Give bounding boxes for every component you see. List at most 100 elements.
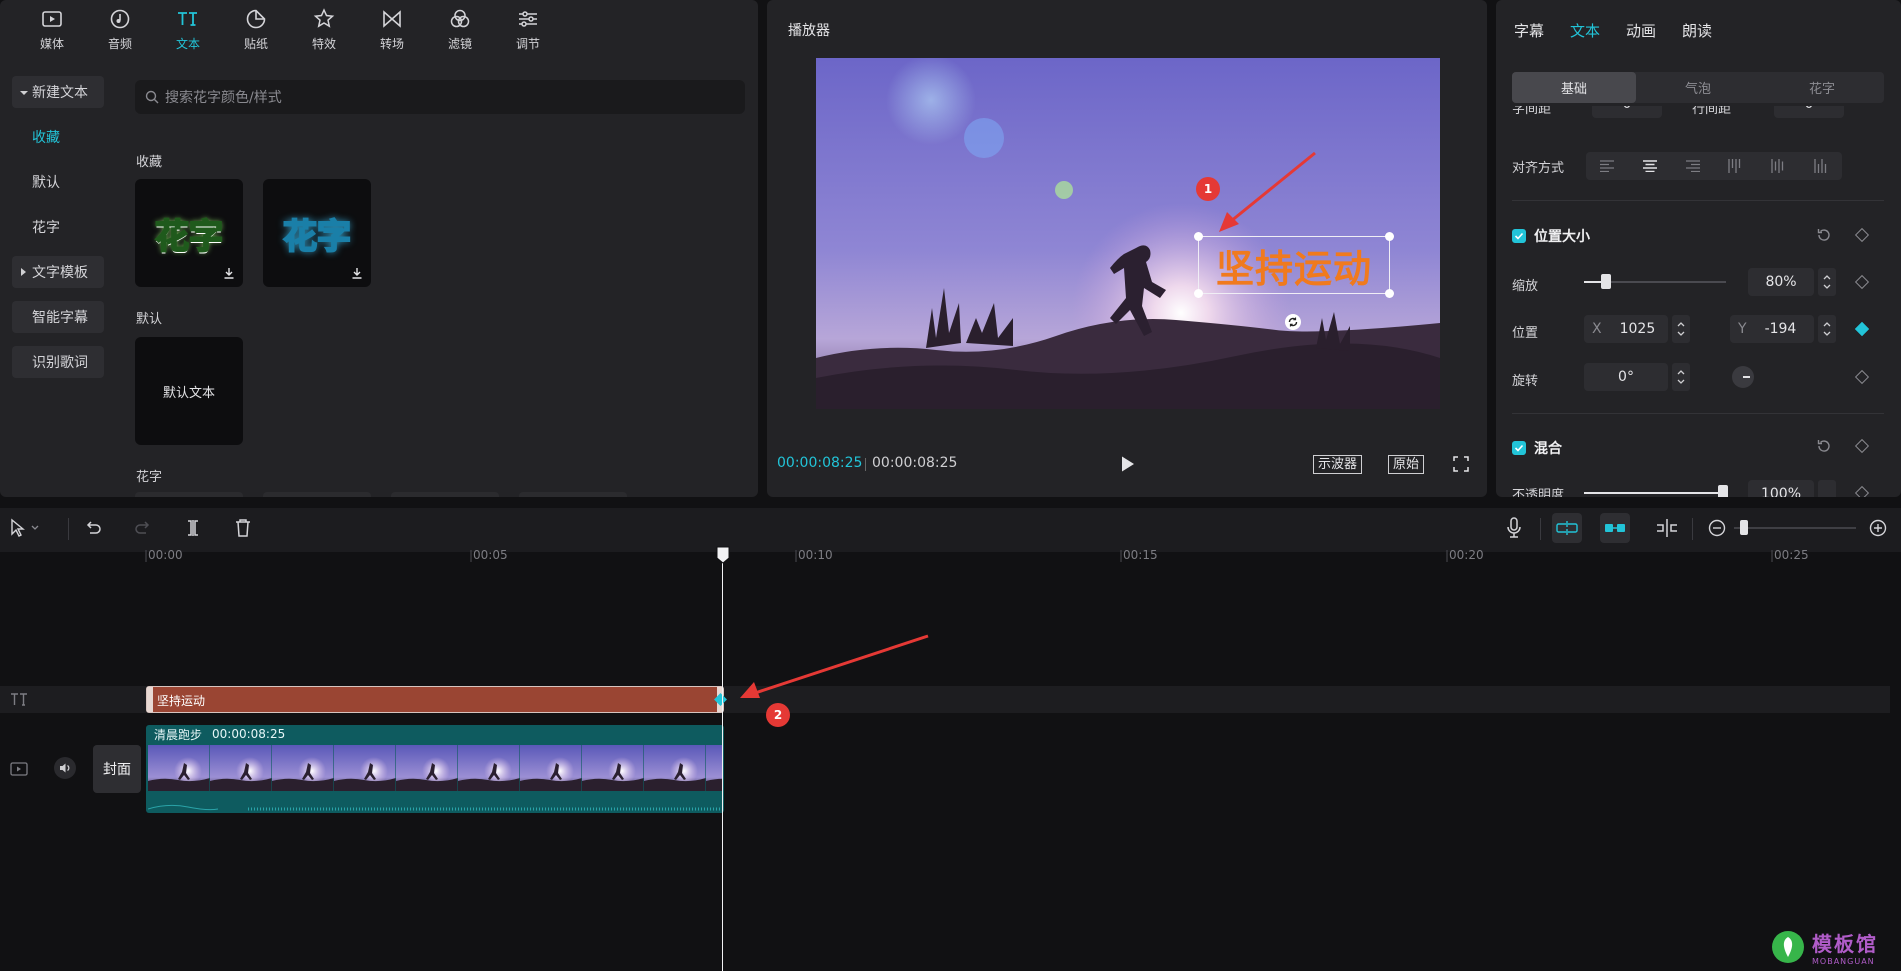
undo-icon[interactable] (84, 519, 102, 537)
ratio-button[interactable]: 原始 (1388, 455, 1425, 474)
subtab-basic[interactable]: 基础 (1512, 72, 1636, 103)
zoom-slider-thumb[interactable] (1740, 520, 1748, 535)
nav-smart-captions[interactable]: 智能字幕 (12, 301, 104, 333)
blend-section[interactable]: 混合 (1512, 438, 1562, 458)
tab-captions[interactable]: 字幕 (1514, 20, 1544, 41)
snap-icon (1605, 524, 1625, 532)
tab-text[interactable]: 文本 (154, 0, 222, 58)
tab-animation[interactable]: 动画 (1626, 20, 1656, 41)
rotate-handle[interactable] (1285, 314, 1301, 330)
resize-handle[interactable] (1385, 289, 1394, 298)
nav-text-templates[interactable]: 文字模板 (12, 256, 104, 288)
tab-media[interactable]: 媒体 (18, 0, 86, 58)
reset-icon[interactable] (1816, 227, 1832, 243)
track-mute-button[interactable] (54, 757, 76, 779)
zoom-in-icon[interactable] (1869, 519, 1887, 537)
download-icon[interactable] (351, 267, 363, 279)
subtab-fancy[interactable]: 花字 (1760, 72, 1884, 103)
opacity-slider-thumb[interactable] (1718, 485, 1728, 497)
align-center-button[interactable] (1629, 152, 1672, 180)
media-library-panel (0, 0, 758, 497)
keyframe-icon[interactable] (1854, 485, 1870, 497)
time-separator (865, 458, 866, 471)
scope-button[interactable]: 示波器 (1313, 455, 1363, 474)
tab-adjust[interactable]: 调节 (494, 0, 562, 58)
fancy-text-card-green[interactable]: 花字 (135, 179, 243, 287)
zoom-slider[interactable] (1734, 527, 1856, 529)
align-right-button[interactable] (1671, 152, 1714, 180)
checkbox-icon[interactable] (1512, 229, 1526, 243)
position-size-section[interactable]: 位置大小 (1512, 226, 1590, 246)
download-icon[interactable] (223, 267, 235, 279)
watermark-text: 模板馆 (1812, 932, 1878, 956)
rotate-input[interactable]: 0° (1584, 363, 1668, 391)
nav-default[interactable]: 默认 (12, 166, 104, 198)
zoom-out-icon[interactable] (1708, 519, 1726, 537)
redo-icon[interactable] (134, 519, 152, 537)
tab-audio[interactable]: 音频 (86, 0, 154, 58)
microphone-icon[interactable] (1506, 517, 1522, 539)
video-preview[interactable]: 坚持运动 (816, 58, 1440, 409)
auto-snap-button[interactable] (1600, 513, 1630, 543)
main-track-magnet-button[interactable] (1552, 513, 1582, 543)
resize-handle[interactable] (1194, 232, 1203, 241)
watermark-subtext: MOBANGUAN (1812, 957, 1875, 966)
reset-icon[interactable] (1816, 438, 1832, 454)
text-clip-label: 坚持运动 (157, 694, 206, 708)
playhead-handle[interactable] (716, 546, 730, 564)
tab-effects[interactable]: 特效 (290, 0, 358, 58)
opacity-input[interactable]: 100% (1748, 480, 1814, 497)
line-spacing-input[interactable]: 0 (1774, 106, 1844, 118)
nav-fancy-text[interactable]: 花字 (12, 211, 104, 243)
scale-stepper[interactable] (1818, 268, 1836, 296)
cover-button[interactable]: 封面 (93, 745, 141, 793)
split-icon[interactable] (184, 518, 202, 538)
resize-handle[interactable] (1194, 289, 1203, 298)
scale-input[interactable]: 80% (1748, 268, 1814, 296)
search-input[interactable]: 搜索花字颜色/样式 (135, 80, 745, 114)
tab-text-props[interactable]: 文本 (1570, 20, 1600, 41)
vertical-align-middle-button[interactable] (1757, 152, 1800, 180)
audio-waveform (148, 804, 722, 811)
checkbox-icon[interactable] (1512, 441, 1526, 455)
video-clip[interactable]: 清晨跑步 00:00:08:25 (146, 725, 724, 813)
tab-sticker-label: 贴纸 (243, 36, 268, 51)
text-overlay-box[interactable]: 坚持运动 (1194, 232, 1394, 298)
position-y-input[interactable]: Y -194 (1730, 315, 1814, 343)
tab-sticker[interactable]: 贴纸 (222, 0, 290, 58)
vertical-align-bottom-button[interactable] (1799, 152, 1842, 180)
default-text-card[interactable]: 默认文本 (135, 337, 243, 445)
rotate-stepper[interactable] (1672, 363, 1690, 391)
tab-transition[interactable]: 转场 (358, 0, 426, 58)
preview-axis-icon[interactable] (1655, 518, 1679, 538)
align-left-button[interactable] (1586, 152, 1629, 180)
scale-slider-thumb[interactable] (1601, 274, 1611, 289)
nav-new-text[interactable]: 新建文本 (12, 76, 104, 108)
nav-recognize-lyrics[interactable]: 识别歌词 (12, 346, 104, 378)
position-x-stepper[interactable] (1672, 315, 1690, 343)
rotate-dial[interactable] (1732, 366, 1754, 388)
select-tool-icon[interactable] (10, 518, 42, 538)
fullscreen-icon[interactable] (1453, 456, 1469, 472)
blend-label: 混合 (1534, 441, 1562, 457)
opacity-stepper[interactable] (1818, 480, 1836, 497)
tab-filter[interactable]: 滤镜 (426, 0, 494, 58)
tab-read-aloud[interactable]: 朗读 (1682, 20, 1712, 41)
letter-spacing-input[interactable]: 0 (1592, 106, 1662, 118)
vertical-align-top-button[interactable] (1714, 152, 1757, 180)
nav-favorites[interactable]: 收藏 (12, 121, 104, 153)
subtab-bubble[interactable]: 气泡 (1636, 72, 1760, 103)
opacity-slider[interactable] (1584, 492, 1726, 494)
resize-handle[interactable] (1385, 232, 1394, 241)
clip-left-handle[interactable] (147, 687, 153, 712)
play-icon[interactable] (1120, 455, 1136, 473)
watermark-logo-icon (1772, 931, 1804, 963)
delete-icon[interactable] (234, 518, 252, 538)
position-x-input[interactable]: X 1025 (1584, 315, 1668, 343)
position-y-stepper[interactable] (1818, 315, 1836, 343)
text-clip[interactable]: 坚持运动 (146, 686, 724, 713)
playhead[interactable] (722, 548, 723, 971)
search-icon (145, 90, 159, 104)
fancy-text-card-cyan[interactable]: 花字 (263, 179, 371, 287)
align-label: 对齐方式 (1512, 161, 1565, 176)
